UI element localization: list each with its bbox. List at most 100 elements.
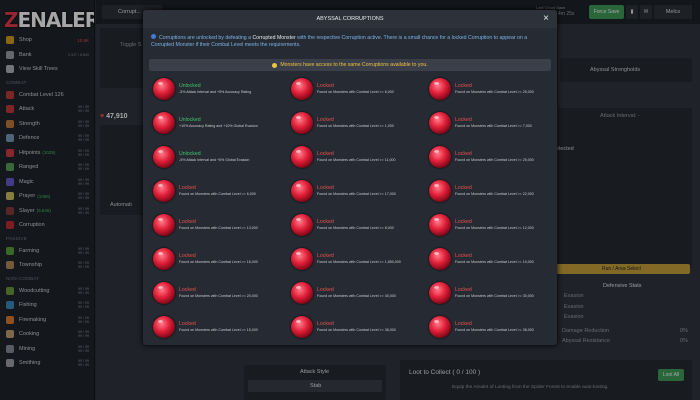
corruption-card[interactable]: Locked Found on Monsters with Combat Leve… [423, 108, 553, 138]
corruption-description: Found on Monsters with Combat Level >= 2… [455, 158, 534, 162]
corruption-text: Locked Found on Monsters with Combat Leve… [317, 83, 394, 95]
corruption-orb-icon [429, 316, 451, 338]
corruption-card[interactable]: Locked Found on Monsters with Combat Leve… [285, 74, 415, 104]
corruption-text: Locked Found on Monsters with Combat Leve… [455, 287, 534, 299]
corruption-description: -5% Attack Interval and +5% Accuracy Rat… [179, 90, 252, 94]
corruption-text: Unlocked +10% Accuracy Rating and +10% Gl… [179, 117, 258, 129]
warning-banner: Monsters have access to the same Corrupt… [149, 59, 551, 71]
corruption-text: Locked Found on Monsters with Combat Leve… [317, 151, 395, 163]
corruption-description: Found on Monsters with Combat Level >= 1… [317, 260, 401, 264]
modal-title: ABYSSAL CORRUPTIONS [316, 16, 384, 22]
corruption-description: Found on Monsters with Combat Level >= 3… [317, 328, 396, 332]
corruption-orb-icon [153, 112, 175, 134]
corruption-text: Locked Found on Monsters with Combat Leve… [455, 117, 532, 129]
corruption-text: Locked Found on Monsters with Combat Leve… [455, 219, 534, 231]
corruption-orb-icon [429, 146, 451, 168]
corruption-card[interactable]: Unlocked +10% Accuracy Rating and +10% Gl… [147, 108, 277, 138]
corruption-description: Found on Monsters with Combat Level >= 7… [455, 124, 532, 128]
corruption-orb-icon [153, 146, 175, 168]
corruption-card[interactable]: Locked Found on Monsters with Combat Leve… [285, 142, 415, 172]
corruption-description: Found on Monsters with Combat Level >= 6… [179, 192, 256, 196]
corruption-description: +10% Accuracy Rating and +10% Global Eva… [179, 124, 258, 128]
corruption-text: Locked Found on Monsters with Combat Leve… [317, 117, 394, 129]
corruption-text: Locked Found on Monsters with Combat Leve… [317, 321, 396, 333]
corruption-card[interactable]: Locked Found on Monsters with Combat Leve… [285, 176, 415, 206]
corruption-description: Found on Monsters with Combat Level >= 1… [179, 260, 258, 264]
corruption-orb-icon [429, 180, 451, 202]
corruption-card[interactable]: Locked Found on Monsters with Combat Leve… [423, 142, 553, 172]
corruption-description: Found on Monsters with Combat Level >= 1… [179, 226, 258, 230]
corruption-orb-icon [291, 180, 313, 202]
corruption-orb-icon [429, 282, 451, 304]
corruption-text: Locked Found on Monsters with Combat Leve… [455, 185, 534, 197]
corruption-orb-icon [153, 248, 175, 270]
corruption-text: Locked Found on Monsters with Combat Leve… [317, 253, 401, 265]
corruption-card[interactable]: Locked Found on Monsters with Combat Leve… [423, 210, 553, 240]
corruption-orb-icon [291, 214, 313, 236]
corruption-description: Found on Monsters with Combat Level >= 4… [317, 294, 396, 298]
corruption-description: Found on Monsters with Combat Level >= 1… [317, 124, 394, 128]
corruption-description: Found on Monsters with Combat Level >= 1… [455, 260, 534, 264]
warning-icon [272, 62, 278, 68]
corruption-text: Locked Found on Monsters with Combat Leve… [317, 287, 396, 299]
corruption-description: Found on Monsters with Combat Level >= 6… [317, 90, 394, 94]
corruption-text: Locked Found on Monsters with Combat Leve… [455, 83, 534, 95]
corruption-card[interactable]: Locked Found on Monsters with Combat Leve… [147, 312, 277, 342]
modal-header: ABYSSAL CORRUPTIONS × [143, 10, 557, 28]
corruption-orb-icon [291, 248, 313, 270]
corruption-card[interactable]: Locked Found on Monsters with Combat Leve… [285, 244, 415, 274]
corruption-orb-icon [429, 78, 451, 100]
corruption-text: Locked Found on Monsters with Combat Leve… [455, 151, 534, 163]
corruption-description: Found on Monsters with Combat Level >= 2… [455, 90, 534, 94]
close-icon[interactable]: × [543, 13, 549, 24]
corruption-orb-icon [153, 78, 175, 100]
corruption-orb-icon [429, 214, 451, 236]
corruption-card[interactable]: Locked Found on Monsters with Combat Leve… [423, 278, 553, 308]
corruption-orb-icon [291, 282, 313, 304]
corruption-text: Locked Found on Monsters with Combat Leve… [179, 185, 256, 197]
corruption-card[interactable]: Locked Found on Monsters with Combat Leve… [423, 176, 553, 206]
corruption-card[interactable]: Locked Found on Monsters with Combat Leve… [147, 176, 277, 206]
corruption-description: Found on Monsters with Combat Level >= 2… [179, 294, 258, 298]
corruption-card[interactable]: Locked Found on Monsters with Combat Leve… [285, 108, 415, 138]
corruption-card[interactable]: Unlocked -5% Attack Interval and +5% Accu… [147, 74, 277, 104]
corruption-card[interactable]: Locked Found on Monsters with Combat Leve… [285, 278, 415, 308]
corruption-text: Locked Found on Monsters with Combat Leve… [455, 253, 534, 265]
corruptions-modal: ABYSSAL CORRUPTIONS × Corruptions are un… [143, 10, 557, 345]
corruption-orb-icon [153, 282, 175, 304]
corruption-text: Locked Found on Monsters with Combat Leve… [455, 321, 534, 333]
corruption-orb-icon [153, 214, 175, 236]
corruption-description: -5% Attack Interval and +5% Global Evasi… [179, 158, 250, 162]
corruption-orb-icon [291, 316, 313, 338]
corruption-description: Found on Monsters with Combat Level >= 2… [455, 192, 534, 196]
corruption-text: Locked Found on Monsters with Combat Leve… [179, 321, 258, 333]
corruption-orb-icon [429, 112, 451, 134]
corruption-orb-icon [291, 112, 313, 134]
corruption-description: Found on Monsters with Combat Level >= 8… [317, 226, 394, 230]
corruption-orb-icon [153, 316, 175, 338]
corruption-text: Unlocked -5% Attack Interval and +5% Accu… [179, 83, 251, 95]
corruption-card[interactable]: Locked Found on Monsters with Combat Leve… [423, 244, 553, 274]
corruption-card[interactable]: Unlocked -5% Attack Interval and +5% Glob… [147, 142, 277, 172]
info-icon [151, 34, 156, 39]
corruption-card[interactable]: Locked Found on Monsters with Combat Leve… [147, 210, 277, 240]
corruption-card[interactable]: Locked Found on Monsters with Combat Leve… [285, 312, 415, 342]
info-message: Corruptions are unlocked by defeating a … [151, 34, 528, 48]
corruption-description: Found on Monsters with Combat Level >= 1… [317, 158, 396, 162]
corruption-text: Locked Found on Monsters with Combat Leve… [179, 253, 258, 265]
corruption-text: Locked Found on Monsters with Combat Leve… [179, 219, 258, 231]
corruption-description: Found on Monsters with Combat Level >= 1… [179, 328, 258, 332]
corruption-card[interactable]: Locked Found on Monsters with Combat Leve… [147, 278, 277, 308]
corruption-card[interactable]: Locked Found on Monsters with Combat Leve… [423, 312, 553, 342]
corruption-card[interactable]: Locked Found on Monsters with Combat Leve… [285, 210, 415, 240]
corruption-text: Locked Found on Monsters with Combat Leve… [317, 219, 394, 231]
corruption-text: Locked Found on Monsters with Combat Leve… [179, 287, 258, 299]
corruption-card[interactable]: Locked Found on Monsters with Combat Leve… [147, 244, 277, 274]
corruption-description: Found on Monsters with Combat Level >= 3… [455, 294, 534, 298]
corruption-orb-icon [291, 146, 313, 168]
corruption-card[interactable]: Locked Found on Monsters with Combat Leve… [423, 74, 553, 104]
corruption-description: Found on Monsters with Combat Level >= 1… [455, 226, 534, 230]
corruption-text: Unlocked -5% Attack Interval and +5% Glob… [179, 151, 249, 163]
corruption-orb-icon [429, 248, 451, 270]
corruption-text: Locked Found on Monsters with Combat Leve… [317, 185, 396, 197]
